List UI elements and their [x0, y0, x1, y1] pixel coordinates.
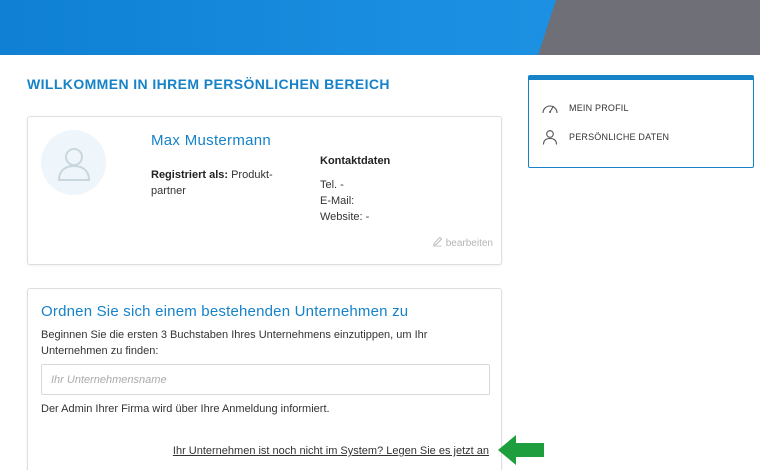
company-section-title: Ordnen Sie sich einem bestehenden Untern…	[41, 303, 409, 320]
contact-phone: Tel. -	[320, 179, 344, 191]
contact-website: Website: -	[320, 211, 370, 223]
contact-details: Tel. - E-Mail: Website: -	[320, 177, 369, 225]
contact-title: Kontaktdaten	[320, 155, 391, 167]
header-bar	[0, 0, 760, 55]
header-gray-area	[538, 0, 760, 55]
company-note: Der Admin Ihrer Firma wird über Ihre Anm…	[41, 403, 330, 415]
registered-as: Registriert als: Produkt-partner	[151, 167, 286, 199]
company-name-input[interactable]	[41, 364, 490, 395]
sidebar-item-label: MEIN PROFIL	[569, 103, 629, 113]
company-description: Beginnen Sie die ersten 3 Buchstaben Ihr…	[41, 329, 428, 357]
page-title: WILLKOMMEN IN IHREM PERSÖNLICHEN BEREICH	[27, 76, 390, 92]
edit-profile-link[interactable]: bearbeiten	[432, 236, 493, 250]
sidebar-card: MEIN PROFIL PERSÖNLICHE DATEN	[528, 75, 754, 168]
user-avatar-icon	[41, 130, 106, 195]
sidebar-item-label: PERSÖNLICHE DATEN	[569, 132, 670, 142]
registered-label: Registriert als:	[151, 169, 229, 181]
register-company-link[interactable]: Ihr Unternehmen ist noch nicht im System…	[173, 445, 489, 457]
pencil-icon	[432, 236, 443, 250]
edit-label: bearbeiten	[445, 237, 493, 249]
contact-email: E-Mail:	[320, 195, 355, 207]
sidebar-item-mein-profil[interactable]: MEIN PROFIL	[541, 99, 629, 117]
profile-name: Max Mustermann	[151, 132, 272, 149]
sidebar-item-persoenliche-daten[interactable]: PERSÖNLICHE DATEN	[541, 128, 669, 146]
person-icon	[541, 128, 559, 146]
profile-card: Max Mustermann Registriert als: Produkt-…	[27, 116, 502, 265]
company-card: Ordnen Sie sich einem bestehenden Untern…	[27, 288, 502, 470]
speedometer-icon	[541, 99, 559, 117]
arrow-left-icon	[498, 435, 544, 465]
